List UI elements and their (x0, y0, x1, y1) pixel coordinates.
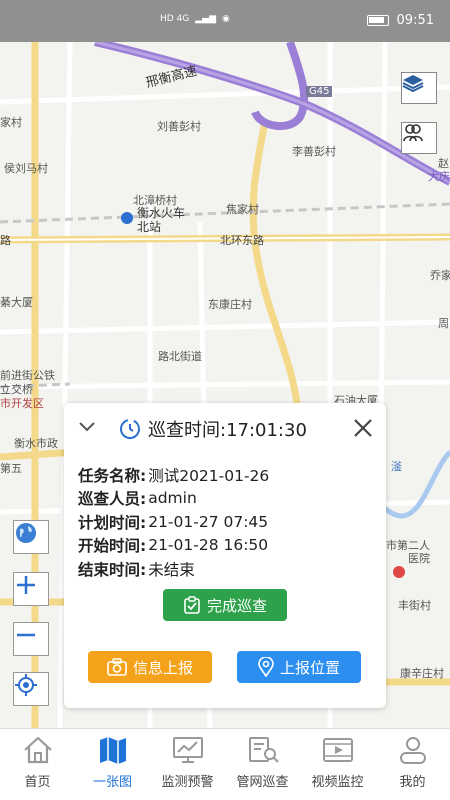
chevron-down-icon[interactable] (78, 419, 96, 433)
locate-button[interactable] (13, 672, 49, 706)
map-label-left6: 衡水市政 (14, 437, 58, 450)
minus-icon (17, 633, 35, 637)
complete-patrol-button[interactable]: 完成巡查 (163, 589, 287, 621)
map-label-right3: 乔家 (430, 269, 450, 282)
tab-home-label: 首页 (24, 775, 51, 790)
clipboard-check-icon (184, 596, 200, 614)
info-row-start-time: 开始时间: 21-01-28 16:50 (78, 534, 378, 558)
map-label-left2: 綦大厦 (0, 296, 33, 309)
tab-inspection-label: 管网巡查 (236, 775, 289, 790)
signal-icon: ▂▄▆ (195, 14, 217, 24)
info-report-label: 信息上报 (132, 658, 193, 677)
tab-video[interactable]: 视频监控 (300, 729, 375, 800)
tab-home[interactable]: 首页 (0, 729, 75, 800)
info-value: 未结束 (148, 560, 195, 579)
map-label-right7: 医院 (408, 552, 430, 565)
tab-video-label: 视频监控 (311, 775, 364, 790)
wifi-icon: ◉ (222, 14, 230, 24)
people-button[interactable] (401, 122, 437, 154)
tab-map[interactable]: 一张图 (75, 729, 150, 800)
info-value: admin (148, 489, 197, 508)
crosshair-icon (15, 674, 37, 696)
map-label-street1: 路北街道 (158, 350, 202, 363)
clock: 09:51 (396, 13, 434, 28)
map-label-road1: 北环东路 (220, 234, 264, 247)
map-label-right2: 大庆 (428, 170, 450, 183)
map-label-village3: 侯刘马村 (4, 162, 48, 175)
map-label-right4: 周 (438, 317, 449, 330)
globe-button[interactable] (13, 520, 49, 554)
status-bar: HD 4G ▂▄▆ ◉ 09:51 (0, 0, 450, 42)
info-key: 计划时间: (78, 513, 147, 532)
info-value: 21-01-27 07:45 (148, 512, 269, 531)
map-label-village6: 东康庄村 (208, 298, 252, 311)
camera-icon (107, 658, 127, 676)
map-label-village5: 焦家村 (226, 203, 259, 216)
info-row-inspector: 巡查人员: admin (78, 487, 378, 511)
map-icon (99, 737, 126, 764)
tab-inspection[interactable]: 管网巡查 (225, 729, 300, 800)
signal-indicators: HD 4G ▂▄▆ ◉ (160, 14, 230, 24)
home-icon (23, 736, 52, 764)
map-label-village1: 刘善彭村 (157, 120, 201, 133)
info-value: 21-01-28 16:50 (148, 536, 269, 555)
inspection-icon (248, 737, 279, 763)
map-label-right8: 丰街村 (398, 599, 431, 612)
card-title: 巡查时间:17:01:30 (118, 416, 307, 442)
map-label-right9: 康辛庄村 (400, 667, 444, 680)
map-label-left7: 第五 (0, 462, 22, 475)
video-icon (322, 738, 353, 762)
layers-button[interactable] (401, 72, 437, 104)
tab-monitor[interactable]: 监测预警 (150, 729, 225, 800)
map-label-station2: 北站 (137, 220, 162, 234)
user-icon (399, 737, 426, 764)
zoom-in-button[interactable] (13, 572, 49, 606)
clock-icon (120, 419, 140, 439)
map-label-village2: 李善彭村 (292, 145, 336, 158)
globe-icon (16, 523, 36, 543)
info-row-task-name: 任务名称: 测试2021-01-26 (78, 463, 378, 487)
highway-code-label: G45 (306, 86, 333, 97)
info-key: 巡查人员: (78, 490, 147, 509)
map-label-left5: 市开发区 (0, 397, 44, 410)
patrol-info-card: 巡查时间:17:01:30 任务名称: 测试2021-01-26 巡查人员: a… (64, 403, 386, 708)
info-key: 开始时间: (78, 537, 147, 556)
info-key: 结束时间: (78, 560, 147, 579)
info-row-plan-time: 计划时间: 21-01-27 07:45 (78, 510, 378, 534)
patrol-time-label: 巡查时间:17:01:30 (148, 420, 307, 441)
tab-monitor-label: 监测预警 (161, 775, 214, 790)
info-value: 测试2021-01-26 (148, 466, 270, 485)
task-info: 任务名称: 测试2021-01-26 巡查人员: admin 计划时间: 21-… (78, 463, 378, 581)
info-report-button[interactable]: 信息上报 (88, 651, 212, 683)
map-label-river: 滏 (391, 460, 402, 473)
complete-patrol-label: 完成巡查 (206, 596, 267, 615)
monitor-icon (172, 737, 203, 763)
network-label: HD 4G (160, 14, 190, 24)
close-icon[interactable] (352, 417, 374, 439)
map-label-left1: 家村 (0, 116, 22, 129)
layers-icon (402, 75, 424, 93)
plus-icon (17, 576, 35, 594)
zoom-out-button[interactable] (13, 622, 49, 656)
map-label-road1b: 路 (0, 234, 11, 247)
bottom-tab-bar: 首页 一张图 监测预警 管网巡查 视频监控 我的 (0, 728, 450, 800)
report-location-label: 上报位置 (279, 658, 340, 677)
tab-profile[interactable]: 我的 (375, 729, 450, 800)
people-icon (403, 124, 423, 142)
tab-profile-label: 我的 (399, 775, 426, 790)
report-location-button[interactable]: 上报位置 (237, 651, 361, 683)
info-key: 任务名称: (78, 466, 147, 485)
location-pin-icon (258, 657, 274, 677)
battery-icon (366, 15, 389, 26)
info-row-end-time: 结束时间: 未结束 (78, 557, 378, 581)
card-header: 巡查时间:17:01:30 (64, 403, 386, 453)
tab-map-label: 一张图 (92, 775, 132, 790)
